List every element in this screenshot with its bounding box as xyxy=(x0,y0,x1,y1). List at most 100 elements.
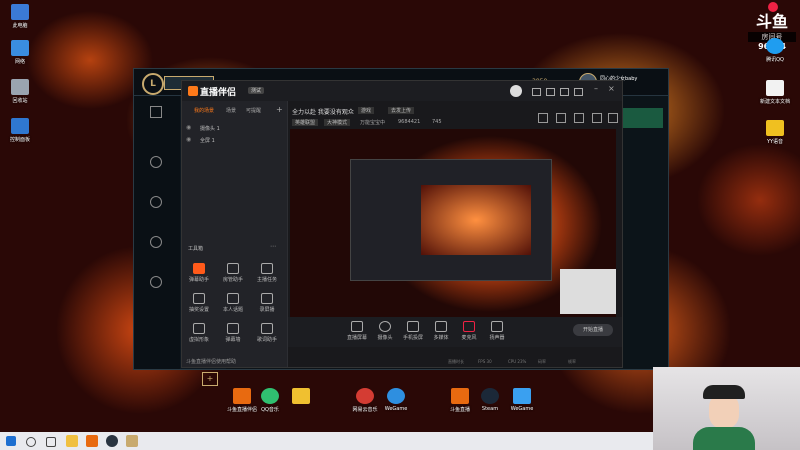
source-phone[interactable]: 手机投屏 xyxy=(400,321,426,341)
text-file-icon xyxy=(766,80,784,96)
minimize-icon[interactable]: – xyxy=(594,84,598,93)
tab-scenes[interactable]: 场景 xyxy=(226,107,236,114)
user-avatar[interactable] xyxy=(510,85,522,97)
lol-left-nav xyxy=(134,96,180,369)
tab-my-scenes[interactable]: 我的场景 xyxy=(194,107,214,114)
wegame-icon xyxy=(513,388,531,404)
source-screen[interactable]: 直播屏幕 xyxy=(344,321,370,341)
share-icon[interactable] xyxy=(608,113,618,123)
desktop-icon-qq[interactable]: 腾讯QQ xyxy=(755,38,795,63)
desktop-icon-new-text[interactable]: 新建文本文档 xyxy=(755,80,795,105)
speaker-control[interactable]: 扬声器 xyxy=(484,321,510,341)
add-scene-icon[interactable]: + xyxy=(276,105,283,114)
wall-icon xyxy=(227,323,239,334)
desktop-icon-app[interactable]: WeGame xyxy=(502,388,542,412)
mic-control[interactable]: 麦克风 xyxy=(456,321,482,341)
task-view-icon[interactable] xyxy=(46,437,56,447)
lol-logo-icon[interactable]: L xyxy=(142,73,164,95)
help-notice[interactable]: 斗鱼直播伴侣使用帮助 xyxy=(186,358,236,365)
desktop-icon-this-pc[interactable]: 此电脑 xyxy=(0,4,40,29)
eye-icon[interactable]: ◉ xyxy=(186,124,191,131)
webcam-overlay xyxy=(653,367,800,450)
desktop-icon-app[interactable]: WeGame xyxy=(376,388,416,412)
companion-title-bar: 直播伴侣 测试 – × xyxy=(182,81,622,101)
category-tag[interactable]: 游戏 xyxy=(358,107,375,114)
close-icon[interactable]: × xyxy=(608,84,615,93)
admin-icon xyxy=(227,263,239,274)
desktop-icon-yy[interactable]: YY语音 xyxy=(755,120,795,145)
tool-record[interactable]: 录屏播 xyxy=(254,293,280,313)
desktop-icon-control-panel[interactable]: 控制面板 xyxy=(0,118,40,143)
desktop-icon-recycle-bin[interactable]: 回收站 xyxy=(0,79,40,104)
stat-room: 9684421 xyxy=(398,119,421,125)
nav-icon[interactable] xyxy=(150,236,162,248)
lock-icon[interactable] xyxy=(556,113,566,123)
desktop-icon-network[interactable]: 网络 xyxy=(0,40,40,65)
tool-danmaku-helper[interactable]: 弹幕助手 xyxy=(186,263,212,283)
media-icon xyxy=(435,321,447,332)
bell-icon[interactable] xyxy=(592,113,602,123)
network-icon xyxy=(11,40,29,56)
recycle-bin-icon xyxy=(11,79,29,95)
stream-title: 全力以赴 我要没有观众 xyxy=(292,109,354,116)
douyu-taskbar-icon[interactable] xyxy=(86,435,98,447)
eye-icon[interactable]: ◉ xyxy=(186,136,191,143)
scene-label: 全屏 1 xyxy=(200,138,215,144)
toolbox-more-icon[interactable]: ⋯ xyxy=(270,243,276,250)
stat-viewers: 745 xyxy=(432,119,442,125)
shop-icon[interactable] xyxy=(538,113,548,123)
lol-taskbar-icon[interactable] xyxy=(126,435,138,447)
settings-icon[interactable] xyxy=(560,88,569,96)
cover-upload[interactable]: 去发上传 xyxy=(388,107,415,114)
preview-camera xyxy=(560,269,616,314)
stream-preview[interactable] xyxy=(290,129,616,319)
version-badge[interactable]: 测试 xyxy=(248,87,265,94)
search-icon[interactable] xyxy=(26,437,36,447)
source-camera[interactable]: 摄像头 xyxy=(372,321,398,341)
app-taskbar-icon[interactable] xyxy=(106,435,118,447)
menu-icon[interactable] xyxy=(574,88,583,96)
lyrics-icon xyxy=(261,323,273,334)
add-friend-button[interactable]: + xyxy=(202,372,218,386)
windows-start-icon[interactable] xyxy=(6,436,16,446)
qq-icon xyxy=(766,38,784,54)
tool-room-admin[interactable]: 房管助手 xyxy=(220,263,246,283)
speaker-icon xyxy=(491,321,503,332)
message-icon[interactable] xyxy=(546,88,555,96)
live-companion-window[interactable]: 直播伴侣 测试 – × 我的场景 场景 可提醒 + ◉ 摄像头 1 ◉ 全屏 1… xyxy=(181,80,623,368)
stat-game[interactable]: 英雄联盟 xyxy=(292,119,319,126)
netease-music-icon xyxy=(356,388,374,404)
lottery-icon xyxy=(193,293,205,304)
companion-logo-icon xyxy=(188,86,198,96)
skin-icon[interactable] xyxy=(532,88,541,96)
start-live-button[interactable]: 开始直播 xyxy=(573,324,613,336)
task-icon xyxy=(261,263,273,274)
screen-icon xyxy=(351,321,363,332)
status-bar: 直播时长 FPS 30 CPU 23% 码率 帧率 xyxy=(448,359,576,364)
tool-topic[interactable]: 本人话题 xyxy=(220,293,246,313)
source-media[interactable]: 多媒体 xyxy=(428,321,454,341)
nested-preview-fire xyxy=(421,185,531,255)
nav-icon[interactable] xyxy=(150,276,162,288)
tool-danmaku-wall[interactable]: 弹幕墙 xyxy=(220,323,246,343)
avatar-icon xyxy=(193,323,205,334)
nested-preview-window xyxy=(350,159,552,281)
tool-avatar[interactable]: 虚拟形象 xyxy=(186,323,212,343)
nav-icon[interactable] xyxy=(150,196,162,208)
grid-icon[interactable] xyxy=(150,106,162,118)
tab-reminders[interactable]: 可提醒 xyxy=(246,107,261,114)
scene-item[interactable]: ◉ 摄像头 1 xyxy=(186,123,282,133)
tool-lottery[interactable]: 抽奖设置 xyxy=(186,293,212,313)
nav-icon[interactable] xyxy=(150,156,162,168)
stat-label: 万能宝宝中 xyxy=(360,120,386,126)
streamer-person xyxy=(693,381,755,450)
stat-mode[interactable]: 大神模式 xyxy=(324,119,351,126)
tool-streamer-tasks[interactable]: 主播任务 xyxy=(254,263,280,283)
tool-lyrics[interactable]: 歌词助手 xyxy=(254,323,280,343)
douyu-icon xyxy=(451,388,469,404)
scene-item[interactable]: ◉ 全屏 1 xyxy=(186,135,282,145)
streamer-shirt xyxy=(693,427,755,450)
desktop-icon-app[interactable] xyxy=(281,388,321,406)
file-explorer-icon[interactable] xyxy=(66,435,78,447)
chat-icon[interactable] xyxy=(574,113,584,123)
